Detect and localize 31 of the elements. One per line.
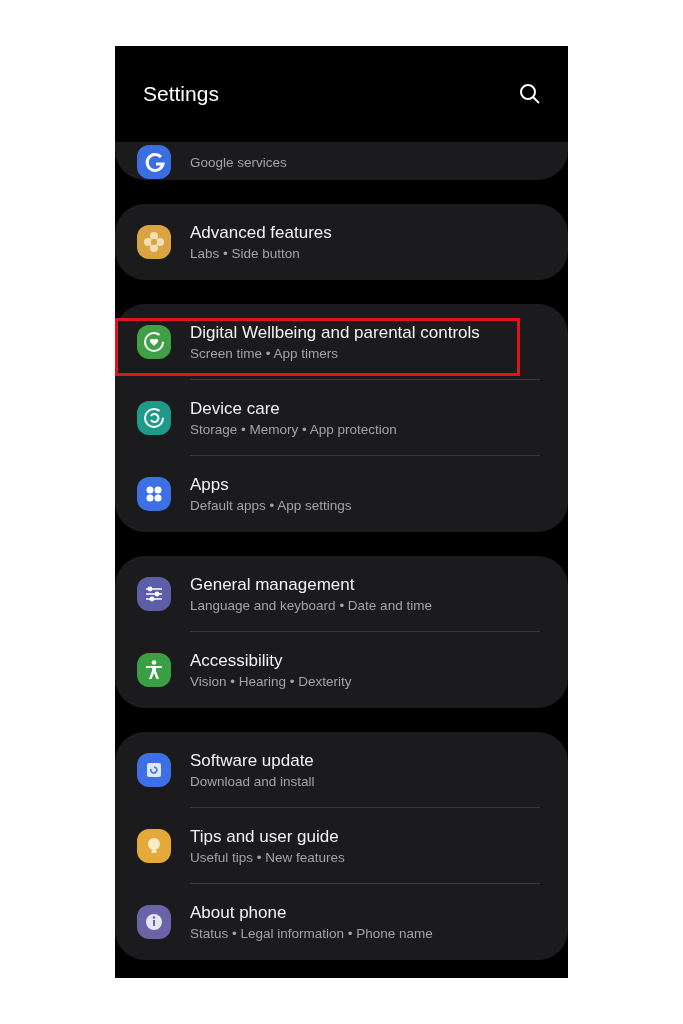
settings-row[interactable]: Google services bbox=[115, 142, 568, 180]
setting-title: About phone bbox=[190, 901, 288, 924]
setting-title: Apps bbox=[190, 473, 230, 496]
setting-title: General management bbox=[190, 573, 356, 596]
setting-subtitle: Labs • Side button bbox=[190, 244, 301, 263]
setting-subtitle: Default apps • App settings bbox=[190, 496, 352, 515]
setting-subtitle: Useful tips • New features bbox=[190, 848, 345, 867]
settings-row[interactable]: About phone Status • Legal information • Phone name bbox=[115, 884, 568, 960]
setting-subtitle: Screen time • App timers bbox=[190, 344, 340, 363]
setting-subtitle: Vision • Hearing • Dexterity bbox=[190, 672, 352, 691]
settings-row[interactable]: Apps Default apps • App settings bbox=[115, 456, 568, 532]
settings-row[interactable]: Software update Download and install bbox=[115, 732, 568, 808]
settings-row[interactable]: Digital Wellbeing and parental controls Screen time • App timers bbox=[115, 304, 568, 380]
setting-subtitle: Status • Legal information • Phone name bbox=[190, 924, 433, 943]
setting-title: Accessibility bbox=[190, 649, 284, 672]
setting-title: Digital Wellbeing and parental controls bbox=[190, 321, 480, 344]
setting-subtitle: Language and keyboard • Date and time bbox=[190, 596, 432, 615]
setting-title: Tips and user guide bbox=[190, 825, 340, 848]
setting-title: Device care bbox=[190, 397, 281, 420]
search-icon[interactable] bbox=[518, 82, 542, 106]
setting-title: Advanced features bbox=[190, 221, 332, 244]
setting-title: Software update bbox=[190, 749, 315, 772]
settings-row[interactable]: Advanced features Labs • Side button bbox=[115, 204, 568, 280]
settings-row[interactable]: Tips and user guide Useful tips • New features bbox=[115, 808, 568, 884]
settings-row[interactable]: Accessibility Vision • Hearing • Dexterity bbox=[115, 632, 568, 708]
setting-subtitle: Download and install bbox=[190, 772, 315, 791]
settings-row[interactable]: Device care Storage • Memory • App protection bbox=[115, 380, 568, 456]
page-title: Settings bbox=[143, 81, 219, 108]
setting-subtitle: Storage • Memory • App protection bbox=[190, 420, 397, 439]
setting-subtitle: Google services bbox=[190, 153, 287, 172]
settings-row[interactable]: General management Language and keyboard • Date and time bbox=[115, 556, 568, 632]
